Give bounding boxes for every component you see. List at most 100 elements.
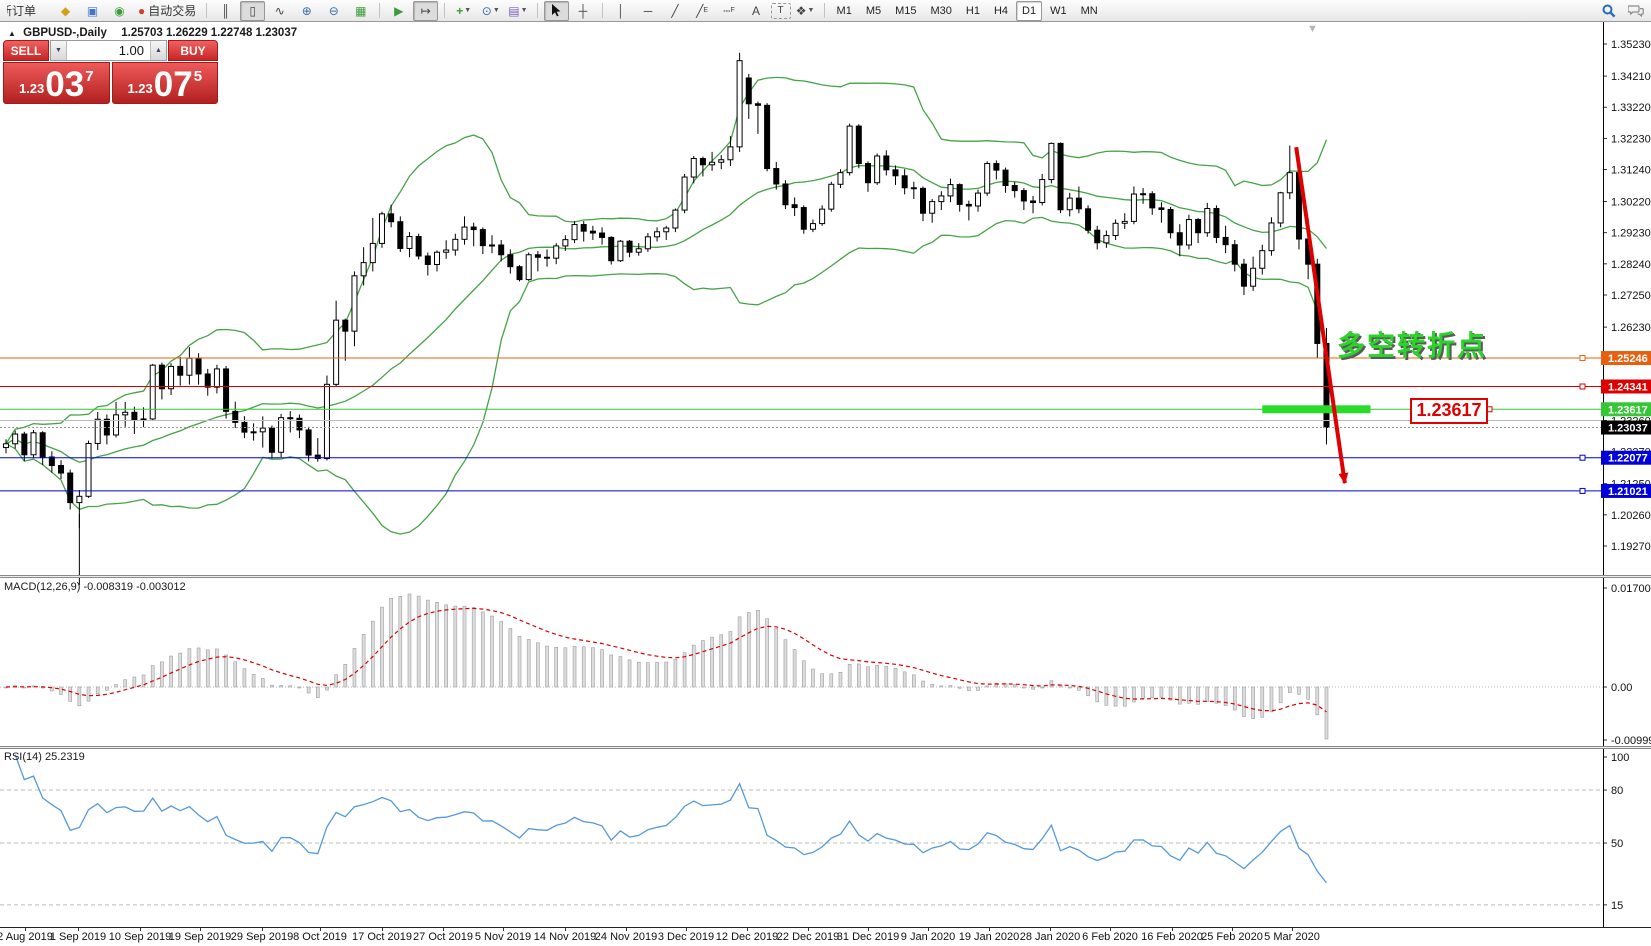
highlight-rectangle[interactable]: [1262, 405, 1370, 413]
buy-price-box[interactable]: 1.23 07 5: [112, 62, 219, 104]
equidistant-channel-tool[interactable]: ╱E: [690, 1, 715, 21]
collapse-triangle-icon[interactable]: ▲: [8, 29, 16, 38]
timeframe-button-W1[interactable]: W1: [1044, 1, 1073, 21]
price-axis-background: [1603, 578, 1651, 746]
axis-tick-label: 1.29230: [1611, 228, 1651, 240]
pane-separator[interactable]: [0, 746, 1651, 749]
volume-input[interactable]: 1.00: [67, 41, 150, 60]
toolbar-separator: [537, 3, 538, 18]
date-label: 9 Jan 2020: [901, 931, 955, 943]
axis-price-box-label: 1.21021: [1608, 486, 1648, 498]
chart-shift-marker-icon[interactable]: ▼: [1307, 23, 1318, 35]
arrows-tool[interactable]: ❖▼: [793, 1, 818, 21]
bollinger-upper: [6, 77, 1327, 443]
volume-increase-button[interactable]: ▲: [150, 41, 166, 60]
date-label: 16 Feb 2020: [1141, 931, 1203, 943]
timeframe-button-D1[interactable]: D1: [1016, 1, 1042, 21]
main-chart-pane[interactable]: 1.352301.342101.332201.322301.312401.302…: [0, 22, 1651, 575]
crosshair-button[interactable]: ┼: [571, 1, 596, 21]
date-label: 27 Oct 2019: [413, 931, 473, 943]
candlestick-chart-button[interactable]: ▯: [240, 1, 265, 21]
date-label: 31 Dec 2019: [837, 931, 899, 943]
market-watch-icon[interactable]: ▣: [80, 1, 105, 21]
line-anchor[interactable]: [1580, 384, 1585, 389]
date-label: 8 Oct 2019: [293, 931, 347, 943]
date-label: 12 Dec 2019: [716, 931, 778, 943]
fibonacci-tool[interactable]: ┄F: [717, 1, 742, 21]
buy-label: BUY: [180, 44, 205, 58]
date-label: 28 Jan 2020: [1020, 931, 1081, 943]
date-label: 14 Nov 2019: [534, 931, 596, 943]
chat-button[interactable]: [1623, 1, 1648, 21]
axis-price-box-label: 1.25246: [1608, 353, 1648, 365]
indicators-button[interactable]: +▼: [451, 1, 476, 21]
sell-button[interactable]: SELL: [3, 40, 49, 61]
sell-price-big: 03: [45, 71, 84, 100]
line-anchor[interactable]: [1580, 488, 1585, 493]
sell-price-box[interactable]: 1.23 03 7: [3, 62, 110, 104]
chart-shift-button[interactable]: ↦: [413, 1, 438, 21]
zoom-in-button[interactable]: ⊕: [294, 1, 319, 21]
line-anchor[interactable]: [1580, 455, 1585, 460]
turning-point-annotation[interactable]: 多空转折点: [1337, 324, 1487, 364]
metaeditor-icon[interactable]: ◆: [53, 1, 78, 21]
date-label: 2 Aug 2019: [0, 931, 53, 943]
zoom-out-button[interactable]: ⊖: [321, 1, 346, 21]
trendline-tool[interactable]: ╱: [663, 1, 688, 21]
line-anchor[interactable]: [1580, 356, 1585, 361]
macd-pane[interactable]: 0.0170070.00-0.00999: [0, 578, 1651, 746]
volume-decrease-button[interactable]: ▼: [51, 41, 67, 60]
timeframe-button-M15[interactable]: M15: [889, 1, 922, 21]
one-click-trading-panel: SELL ▼ 1.00 ▲ BUY 1.23 03 7 1.23 07 5: [3, 40, 218, 104]
price-callout-box[interactable]: 1.23617: [1410, 398, 1488, 424]
pane-separator[interactable]: [0, 575, 1651, 578]
axis-price-box-label: 1.24341: [1608, 382, 1648, 394]
trend-arrow[interactable]: [1296, 147, 1345, 483]
symbol-period-label: GBPUSD-,Daily: [23, 27, 107, 39]
text-tool[interactable]: A: [744, 1, 769, 21]
timeframe-button-H1[interactable]: H1: [960, 1, 986, 21]
new-order-label: 新订单: [7, 5, 36, 17]
timeframe-button-M30[interactable]: M30: [925, 1, 958, 21]
new-order-button[interactable]: 新订单: [3, 1, 51, 21]
autotrading-icon: ●: [138, 5, 145, 17]
autotrading-label: 自动交易: [148, 5, 196, 17]
strategy-tester-icon[interactable]: ◉: [107, 1, 132, 21]
sell-price-small: 1.23: [19, 81, 44, 96]
templates-button[interactable]: ▤▼: [505, 1, 530, 21]
rsi-axis-label: 80: [1611, 785, 1623, 797]
rsi-line: [15, 755, 1326, 883]
toolbar-separator: [602, 3, 603, 18]
bar-chart-button[interactable]: ║: [213, 1, 238, 21]
rsi-pane[interactable]: 100805015: [0, 749, 1651, 927]
timeframe-button-M5[interactable]: M5: [860, 1, 887, 21]
bollinger-lower: [6, 217, 1327, 534]
tile-windows-button[interactable]: ▦: [348, 1, 373, 21]
axis-tick-label: 1.31240: [1611, 165, 1651, 177]
axis-tick-label: 1.34210: [1611, 71, 1651, 83]
axis-tick-label: 1.35230: [1611, 39, 1651, 51]
cursor-icon: [551, 4, 562, 17]
vertical-line-tool[interactable]: │: [609, 1, 634, 21]
buy-price-pip: 5: [194, 68, 202, 85]
line-chart-button[interactable]: ∿: [267, 1, 292, 21]
date-axis[interactable]: 2 Aug 20191 Sep 201910 Sep 201919 Sep 20…: [0, 927, 1651, 946]
search-button[interactable]: [1596, 1, 1621, 21]
periods-button[interactable]: ⊙▼: [478, 1, 503, 21]
text-label-tool[interactable]: T: [771, 3, 791, 19]
sell-price-pip: 7: [85, 68, 93, 85]
axis-tick-label: 1.33220: [1611, 102, 1651, 114]
cursor-button[interactable]: [544, 1, 569, 21]
ohlc-values: 1.25703 1.26229 1.22748 1.23037: [121, 27, 297, 39]
buy-button[interactable]: BUY: [168, 40, 218, 61]
timeframe-button-M1[interactable]: M1: [831, 1, 858, 21]
date-label: 29 Sep 2019: [231, 931, 293, 943]
auto-scroll-button[interactable]: ▶: [386, 1, 411, 21]
date-label: 5 Nov 2019: [475, 931, 531, 943]
timeframe-button-H4[interactable]: H4: [988, 1, 1014, 21]
horizontal-line-tool[interactable]: ─: [636, 1, 661, 21]
axis-tick-label: 1.32230: [1611, 133, 1651, 145]
date-label: 22 Dec 2019: [777, 931, 839, 943]
autotrading-button[interactable]: ● 自动交易: [134, 1, 200, 21]
timeframe-button-MN[interactable]: MN: [1075, 1, 1104, 21]
